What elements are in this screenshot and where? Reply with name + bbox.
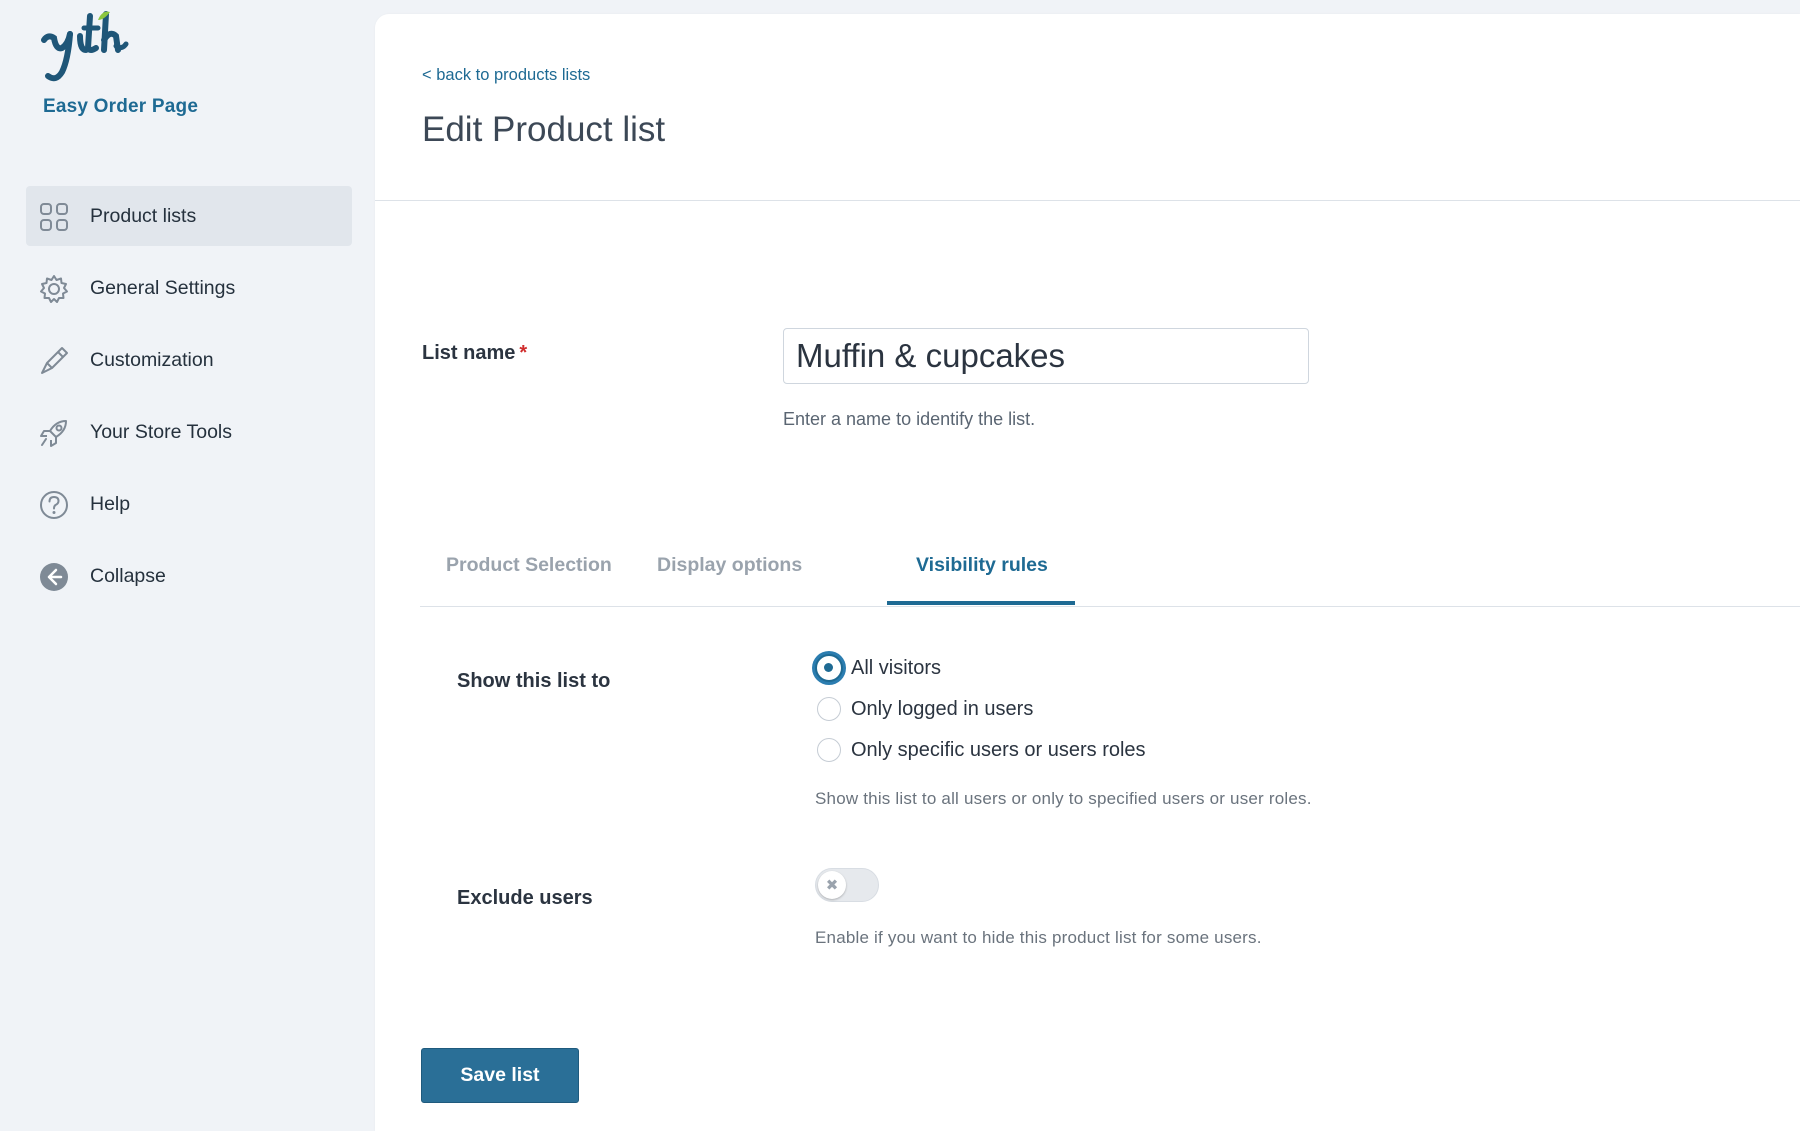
show-list-to-label: Show this list to <box>457 670 611 692</box>
radio-only-logged-in[interactable]: Only logged in users <box>815 691 1033 727</box>
toggle-off-icon: ✖ <box>818 871 846 899</box>
sidebar-item-label: General Settings <box>90 276 236 299</box>
save-list-button[interactable]: Save list <box>421 1048 579 1103</box>
exclude-users-help: Enable if you want to hide this product … <box>815 928 1262 947</box>
brush-icon <box>41 347 68 374</box>
list-name-label: List name * <box>422 342 527 365</box>
visibility-help: Show this list to all users or only to s… <box>815 789 1312 808</box>
list-name-input[interactable] <box>783 328 1309 384</box>
sidebar-item-label: Customization <box>90 348 214 371</box>
sidebar-item-label: Product lists <box>90 204 197 227</box>
sidebar-item-label: Help <box>90 492 131 515</box>
page-title: Edit Product list <box>422 110 666 149</box>
tab-display-options[interactable]: Display options <box>657 554 802 577</box>
list-name-help: Enter a name to identify the list. <box>783 409 1036 429</box>
radio-label: Only specific users or users roles <box>851 738 1146 761</box>
sidebar-item-your-store-tools[interactable]: Your Store Tools <box>26 402 352 462</box>
sidebar: Easy Order Page Product lists General Se… <box>0 0 375 1131</box>
sidebar-item-customization[interactable]: Customization <box>26 330 352 390</box>
radio-button[interactable] <box>817 738 841 762</box>
list-name-label-text: List name <box>422 342 516 364</box>
sidebar-item-label: Your Store Tools <box>90 420 233 443</box>
sidebar-item-collapse[interactable]: Collapse <box>26 546 352 606</box>
tabs-divider <box>420 606 1800 607</box>
radio-specific-users[interactable]: Only specific users or users roles <box>815 732 1146 768</box>
sidebar-item-product-lists[interactable]: Product lists <box>26 186 352 246</box>
required-mark: * <box>519 342 528 364</box>
sidebar-item-general-settings[interactable]: General Settings <box>26 258 352 318</box>
header-divider <box>375 200 1800 201</box>
tab-visibility-rules[interactable]: Visibility rules <box>916 554 1048 577</box>
rocket-icon <box>40 420 67 447</box>
sidebar-nav: Product lists General Settings Customiza… <box>26 186 352 618</box>
main-panel: < back to products lists Edit Product li… <box>375 14 1800 1131</box>
question-icon <box>40 491 68 519</box>
radio-button-checked[interactable] <box>815 654 843 682</box>
sidebar-item-help[interactable]: Help <box>26 474 352 534</box>
sidebar-item-label: Collapse <box>90 564 166 587</box>
exclude-users-label: Exclude users <box>457 887 593 909</box>
back-to-lists-link[interactable]: < back to products lists <box>422 66 590 85</box>
active-tab-indicator <box>887 601 1075 605</box>
gear-icon <box>40 275 68 303</box>
yith-logo <box>41 11 129 82</box>
radio-all-visitors[interactable]: All visitors <box>815 650 941 686</box>
settings-tabs: Product Selection Display options Visibi… <box>420 527 1800 607</box>
tab-product-selection[interactable]: Product Selection <box>446 554 612 577</box>
collapse-arrow-icon <box>40 563 68 591</box>
plugin-name: Easy Order Page <box>43 96 199 117</box>
exclude-users-toggle[interactable]: ✖ <box>815 868 879 902</box>
radio-label: Only logged in users <box>851 697 1034 720</box>
radio-label: All visitors <box>851 656 942 679</box>
radio-button[interactable] <box>817 697 841 721</box>
grid-icon <box>40 203 68 231</box>
